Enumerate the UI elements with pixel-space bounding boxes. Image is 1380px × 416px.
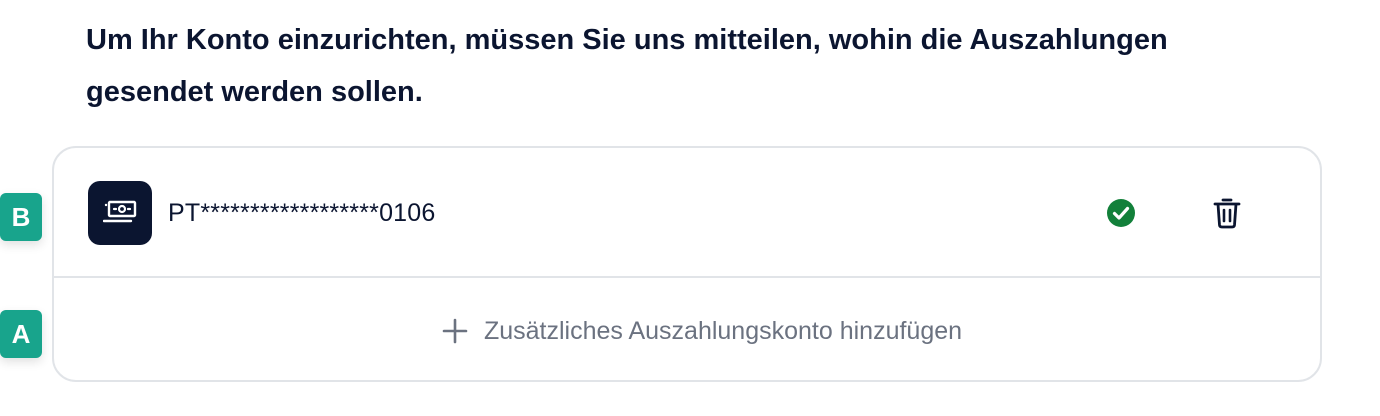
payout-account-row[interactable]: PT******************0106 bbox=[54, 148, 1320, 278]
trash-icon bbox=[1213, 198, 1241, 229]
plus-icon bbox=[442, 318, 468, 344]
intro-line-1: Um Ihr Konto einzurichten, müssen Sie un… bbox=[86, 24, 1168, 56]
add-payout-account-button[interactable]: Zusätzliches Auszahlungskonto hinzufügen bbox=[54, 278, 1320, 380]
intro-line-2: gesendet werden sollen. bbox=[86, 76, 423, 108]
add-payout-account-label: Zusätzliches Auszahlungskonto hinzufügen bbox=[483, 317, 963, 345]
check-circle-icon bbox=[1106, 198, 1136, 228]
bank-card-icon bbox=[88, 181, 152, 245]
payout-accounts-card: PT******************0106 Zusätzliches Au… bbox=[52, 146, 1322, 382]
account-number: PT******************0106 bbox=[168, 199, 436, 227]
marker-a-badge: A bbox=[0, 310, 42, 358]
intro-text: Um Ihr Konto einzurichten, müssen Sie un… bbox=[86, 14, 1326, 118]
marker-b-badge: B bbox=[0, 193, 42, 241]
delete-account-button[interactable] bbox=[1211, 196, 1243, 230]
